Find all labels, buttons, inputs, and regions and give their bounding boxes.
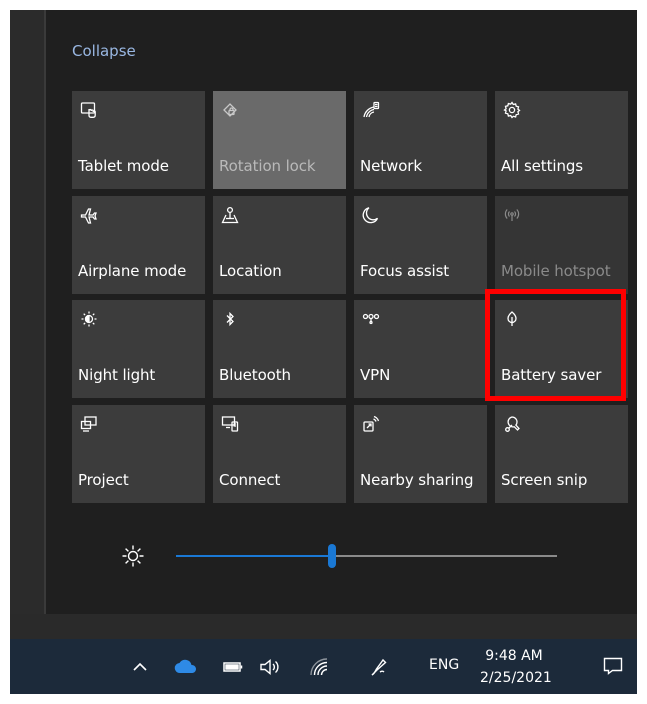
location-icon xyxy=(221,206,239,224)
collapse-link[interactable]: Collapse xyxy=(72,42,136,60)
tile-airplane-mode[interactable]: Airplane mode xyxy=(72,196,205,294)
action-center-panel: Collapse Tablet mode Rotation lock Netwo… xyxy=(46,10,637,614)
nearby-sharing-icon xyxy=(362,415,380,433)
airplane-icon xyxy=(80,206,98,224)
tile-tablet-mode[interactable]: Tablet mode xyxy=(72,91,205,189)
tile-label: Location xyxy=(219,262,282,280)
tile-rotation-lock[interactable]: Rotation lock xyxy=(213,91,346,189)
rotation-lock-icon xyxy=(221,101,239,119)
tile-location[interactable]: Location xyxy=(213,196,346,294)
battery-saver-icon xyxy=(503,310,521,328)
tile-label: Network xyxy=(360,157,422,175)
vpn-icon xyxy=(362,310,380,328)
onedrive-cloud-icon[interactable] xyxy=(173,656,199,678)
connect-icon xyxy=(221,415,239,433)
brightness-icon xyxy=(120,543,146,569)
project-icon xyxy=(80,415,98,433)
wifi-icon[interactable] xyxy=(308,656,330,678)
brightness-slider[interactable] xyxy=(176,544,557,568)
tile-label: Rotation lock xyxy=(219,157,316,175)
gear-icon xyxy=(503,101,521,119)
screen-snip-icon xyxy=(503,415,521,433)
tile-label: All settings xyxy=(501,157,583,175)
tile-label: Tablet mode xyxy=(78,157,169,175)
tile-screen-snip[interactable]: Screen snip xyxy=(495,405,628,503)
tile-all-settings[interactable]: All settings xyxy=(495,91,628,189)
pen-icon[interactable] xyxy=(368,656,390,678)
panel-bottom-strip xyxy=(10,614,637,639)
battery-icon[interactable] xyxy=(222,656,244,678)
tile-project[interactable]: Project xyxy=(72,405,205,503)
hotspot-icon xyxy=(503,206,521,224)
tile-focus-assist[interactable]: Focus assist xyxy=(354,196,487,294)
clock-date: 2/25/2021 xyxy=(480,670,552,686)
tablet-mode-icon xyxy=(80,101,98,119)
background-window xyxy=(10,10,44,639)
tile-label: Project xyxy=(78,471,129,489)
taskbar: ENG 9:48 AM 2/25/2021 xyxy=(10,639,637,694)
tile-battery-saver[interactable]: Battery saver xyxy=(495,300,628,398)
tile-label: Screen snip xyxy=(501,471,588,489)
tile-label: Connect xyxy=(219,471,281,489)
clock-time: 9:48 AM xyxy=(485,648,543,664)
network-icon xyxy=(362,101,380,119)
tile-label: Airplane mode xyxy=(78,262,187,280)
tile-connect[interactable]: Connect xyxy=(213,405,346,503)
language-indicator[interactable]: ENG xyxy=(429,657,459,673)
action-center-window: Collapse Tablet mode Rotation lock Netwo… xyxy=(10,10,637,694)
tile-label: Night light xyxy=(78,366,156,384)
tile-label: VPN xyxy=(360,366,391,384)
notification-icon xyxy=(603,657,623,675)
clock[interactable]: 9:48 AM 2/25/2021 xyxy=(480,645,552,689)
tile-label: Focus assist xyxy=(360,262,450,280)
tile-night-light[interactable]: Night light xyxy=(72,300,205,398)
tile-network[interactable]: Network xyxy=(354,91,487,189)
tile-label: Bluetooth xyxy=(219,366,291,384)
tile-label: Nearby sharing xyxy=(360,471,474,489)
moon-icon xyxy=(362,206,380,224)
tile-label: Battery saver xyxy=(501,366,602,384)
tile-nearby-sharing[interactable]: Nearby sharing xyxy=(354,405,487,503)
brightness-slider-fill xyxy=(176,555,333,557)
bluetooth-icon xyxy=(221,310,239,328)
chevron-up-icon[interactable] xyxy=(131,656,149,678)
tile-bluetooth[interactable]: Bluetooth xyxy=(213,300,346,398)
tile-mobile-hotspot[interactable]: Mobile hotspot xyxy=(495,196,628,294)
notification-button[interactable] xyxy=(589,639,637,694)
volume-icon[interactable] xyxy=(258,656,282,678)
tile-vpn[interactable]: VPN xyxy=(354,300,487,398)
brightness-slider-thumb[interactable] xyxy=(328,544,337,568)
night-light-icon xyxy=(80,310,98,328)
tile-label: Mobile hotspot xyxy=(501,262,611,280)
